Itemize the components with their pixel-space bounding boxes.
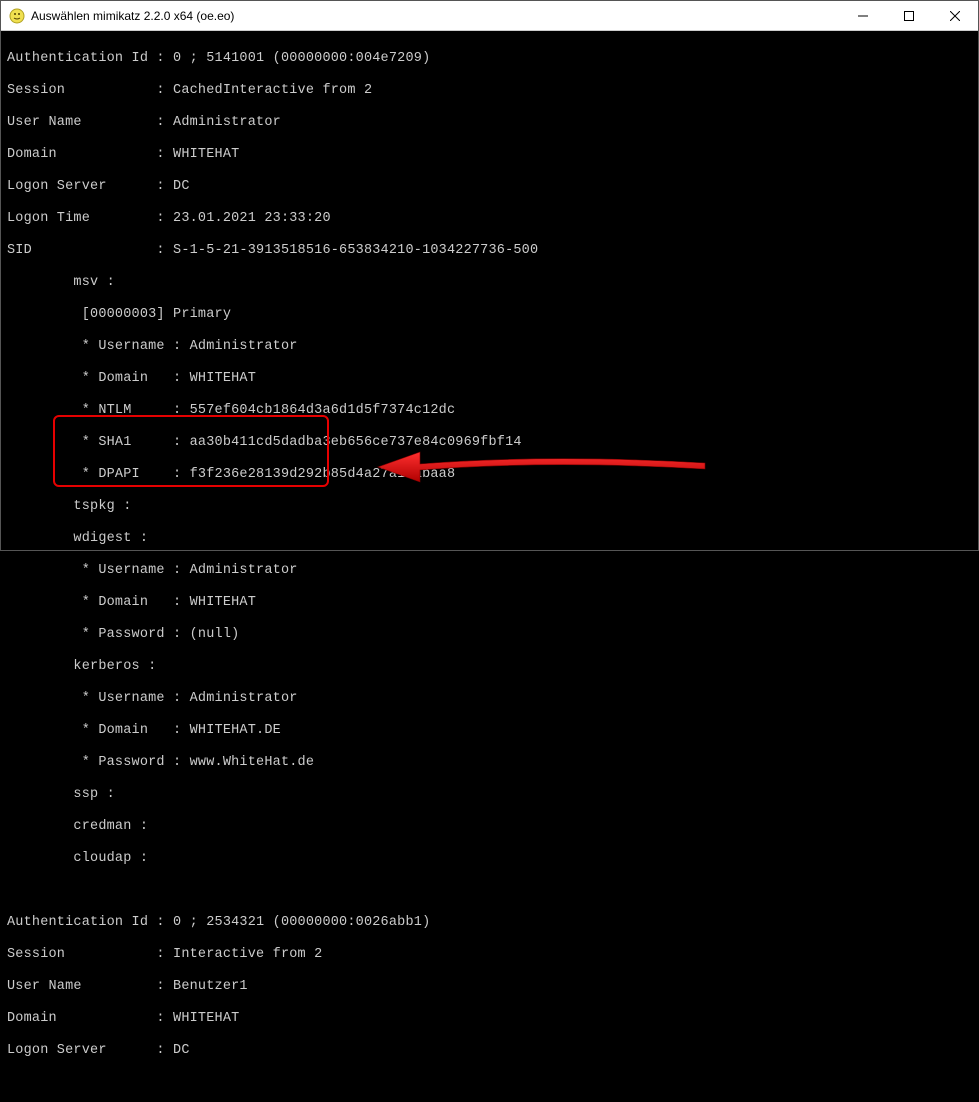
kerberos-header: kerberos :: [7, 659, 972, 675]
wdigest-pass: * Password : (null): [7, 627, 972, 643]
kerberos-pass: * Password : www.WhiteHat.de: [7, 755, 972, 771]
msv-user: * Username : Administrator: [7, 339, 972, 355]
logon-server-line: Logon Server : DC: [7, 179, 972, 195]
cloudap-line: cloudap :: [7, 851, 972, 867]
credman-line: credman :: [7, 819, 972, 835]
msv-domain: * Domain : WHITEHAT: [7, 371, 972, 387]
close-button[interactable]: [932, 1, 978, 30]
domain-line: Domain : WHITEHAT: [7, 147, 972, 163]
logon-server-line-2: Logon Server : DC: [7, 1043, 972, 1059]
console-output[interactable]: Authentication Id : 0 ; 5141001 (0000000…: [1, 31, 978, 550]
username-line: User Name : Administrator: [7, 115, 972, 131]
kerberos-domain: * Domain : WHITEHAT.DE: [7, 723, 972, 739]
window-controls: [840, 1, 978, 30]
domain-line-2: Domain : WHITEHAT: [7, 1011, 972, 1027]
wdigest-domain: * Domain : WHITEHAT: [7, 595, 972, 611]
maximize-button[interactable]: [886, 1, 932, 30]
session-line-2: Session : Interactive from 2: [7, 947, 972, 963]
logon-time-line: Logon Time : 23.01.2021 23:33:20: [7, 211, 972, 227]
app-icon: [9, 8, 25, 24]
session-line: Session : CachedInteractive from 2: [7, 83, 972, 99]
wdigest-header: wdigest :: [7, 531, 972, 547]
msv-ntlm: * NTLM : 557ef604cb1864d3a6d1d5f7374c12d…: [7, 403, 972, 419]
tspkg-line: tspkg :: [7, 499, 972, 515]
username-line-2: User Name : Benutzer1: [7, 979, 972, 995]
minimize-button[interactable]: [840, 1, 886, 30]
wdigest-user: * Username : Administrator: [7, 563, 972, 579]
auth-id-line-2: Authentication Id : 0 ; 2534321 (0000000…: [7, 915, 972, 931]
kerberos-user: * Username : Administrator: [7, 691, 972, 707]
msv-primary: [00000003] Primary: [7, 307, 972, 323]
window-title: Auswählen mimikatz 2.2.0 x64 (oe.eo): [31, 9, 840, 23]
msv-header: msv :: [7, 275, 972, 291]
window-titlebar: Auswählen mimikatz 2.2.0 x64 (oe.eo): [1, 1, 978, 31]
msv-dpapi: * DPAPI : f3f236e28139d292b85d4a27a14aba…: [7, 467, 972, 483]
auth-id-line: Authentication Id : 0 ; 5141001 (0000000…: [7, 51, 972, 67]
msv-sha1: * SHA1 : aa30b411cd5dadba3eb656ce737e84c…: [7, 435, 972, 451]
blank-line: [7, 883, 972, 899]
sid-line: SID : S-1-5-21-3913518516-653834210-1034…: [7, 243, 972, 259]
ssp-line: ssp :: [7, 787, 972, 803]
